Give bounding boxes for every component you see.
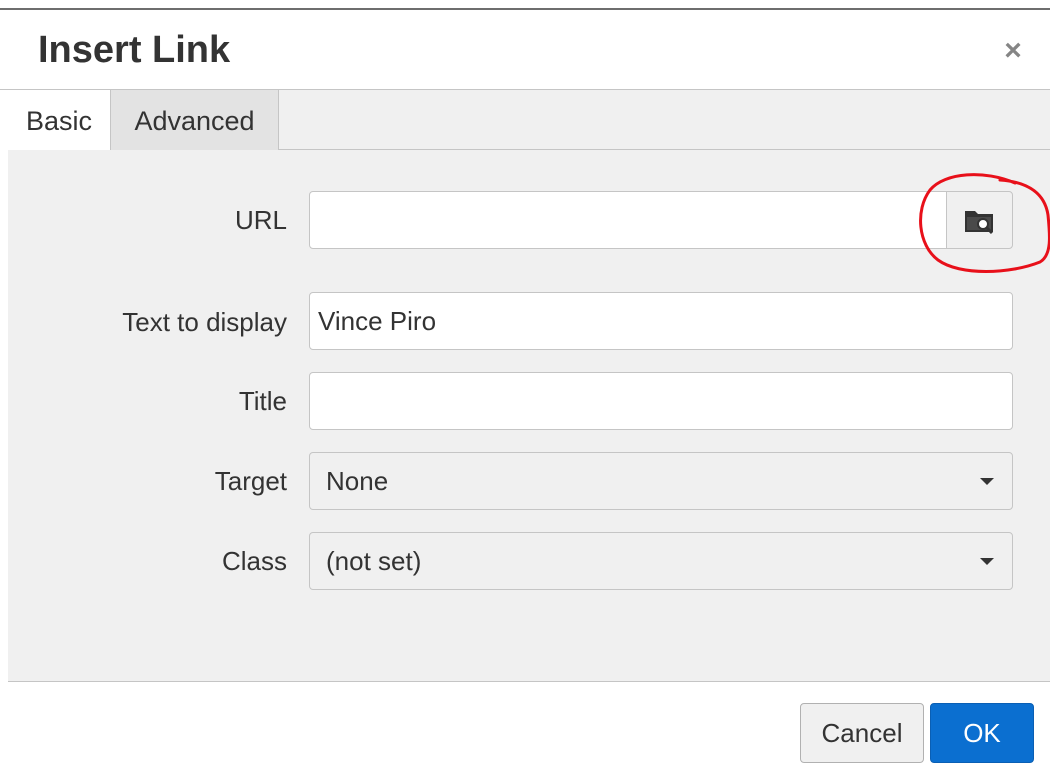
text-to-display-input[interactable] — [309, 292, 1013, 350]
ok-button[interactable]: OK — [930, 703, 1034, 763]
text-to-display-label: Text to display — [122, 307, 287, 337]
browse-button[interactable] — [946, 191, 1013, 249]
tab-bar: Basic Advanced — [8, 90, 1050, 151]
class-label: Class — [221, 546, 287, 576]
folder-search-icon — [965, 211, 994, 235]
url-label: URL — [234, 205, 287, 235]
title-label: Title — [238, 386, 287, 416]
dialog-footer: Cancel OK — [0, 682, 1050, 776]
title-input[interactable] — [309, 372, 1013, 430]
window-top-edge — [0, 0, 1050, 10]
target-label: Target — [214, 466, 287, 496]
chevron-down-icon — [980, 558, 994, 565]
dialog-title: Insert Link — [38, 29, 231, 71]
class-selected-value: (not set) — [326, 546, 422, 576]
dialog-header: Insert Link × — [0, 10, 1050, 90]
class-select[interactable]: (not set) — [309, 532, 1013, 590]
target-select[interactable]: None — [309, 452, 1013, 510]
url-input[interactable] — [309, 191, 947, 249]
chevron-down-icon — [980, 478, 994, 485]
tab-basic[interactable]: Basic — [8, 90, 111, 151]
close-icon[interactable]: × — [998, 34, 1028, 68]
tab-advanced[interactable]: Advanced — [111, 90, 279, 150]
cancel-button[interactable]: Cancel — [800, 703, 924, 763]
target-selected-value: None — [326, 466, 389, 496]
